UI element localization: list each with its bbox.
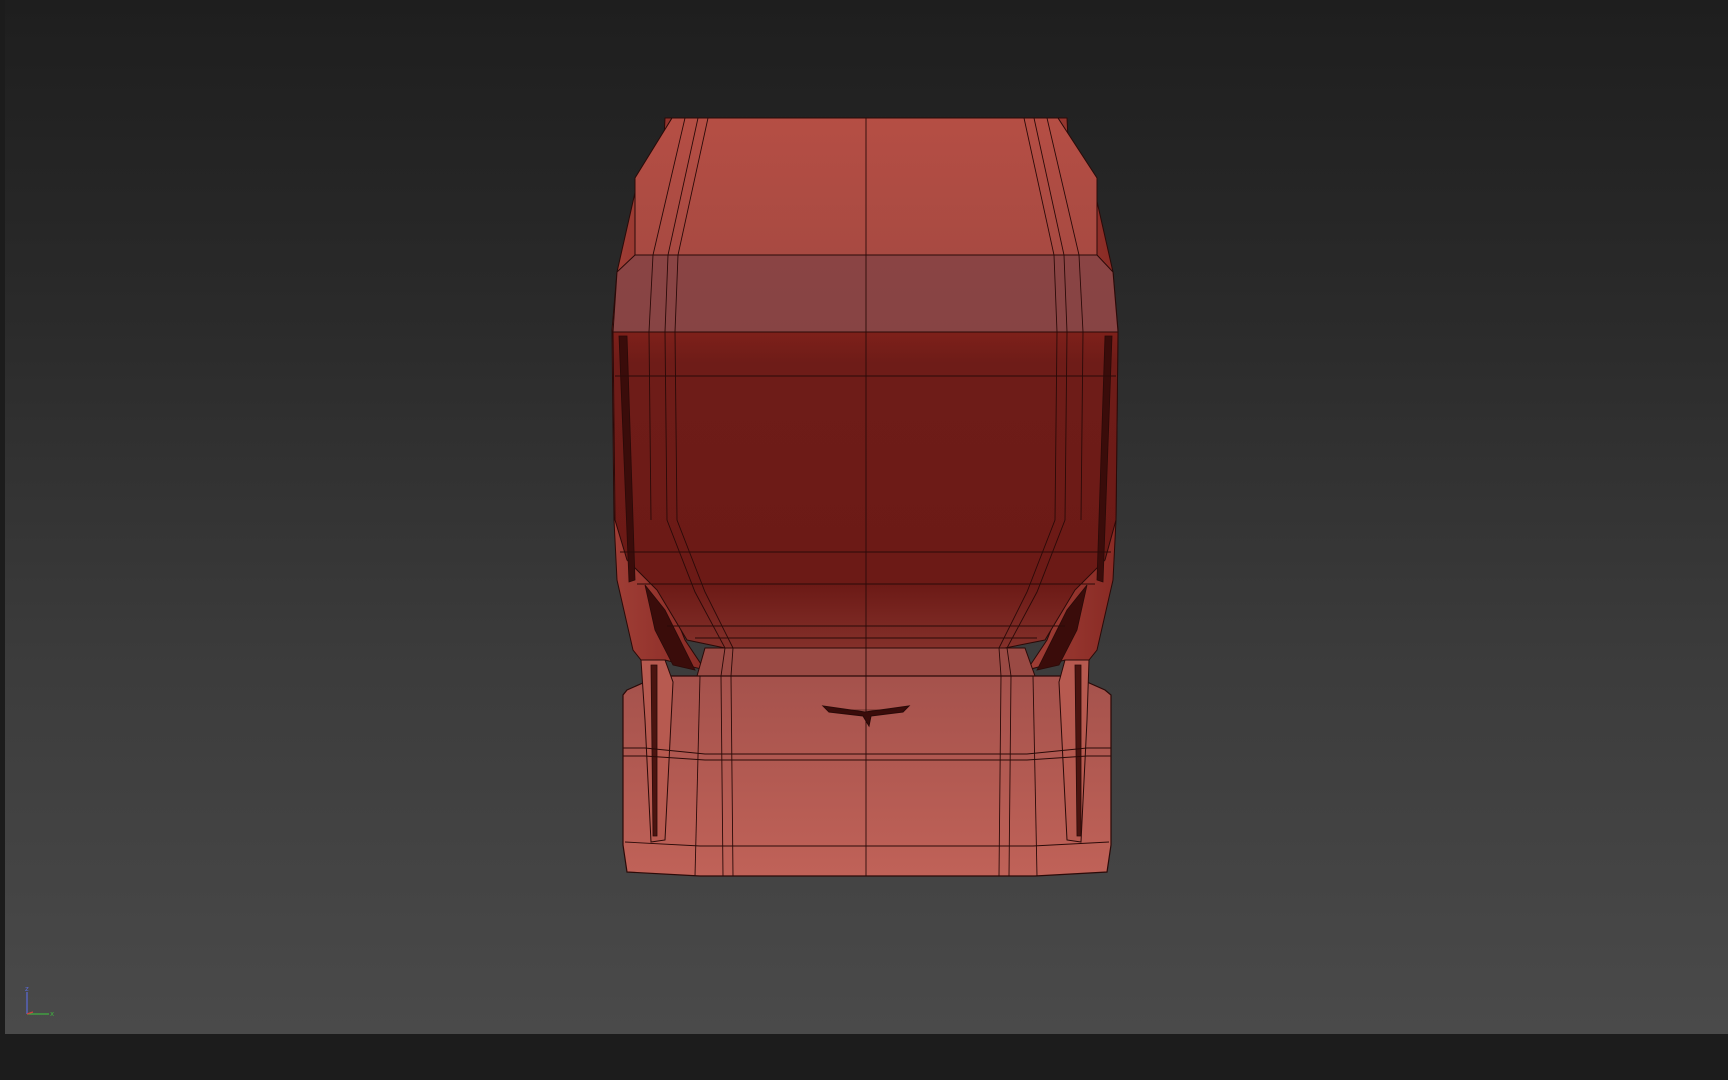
- axis-gizmo: z x: [19, 982, 59, 1022]
- bottom-border: [0, 1034, 1728, 1080]
- axis-x-label: x: [50, 1010, 54, 1018]
- 3d-viewport[interactable]: z x: [5, 0, 1728, 1034]
- mesh-band: [612, 254, 1119, 333]
- axis-z-label: z: [25, 985, 29, 993]
- red-mesh-model[interactable]: [5, 0, 1728, 1034]
- axis-gizmo-icon: z x: [25, 985, 54, 1018]
- application-window: z x: [0, 0, 1728, 1080]
- mesh-front-face: [612, 331, 1119, 649]
